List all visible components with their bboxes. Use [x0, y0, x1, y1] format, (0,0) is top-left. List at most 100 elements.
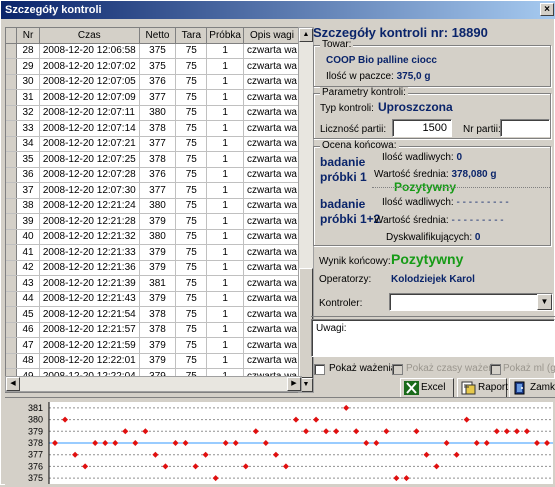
zamknij-button[interactable]: Zamknij	[509, 378, 555, 398]
row-indicator[interactable]	[6, 213, 18, 230]
table-row[interactable]: 39 2008-12-20 12:21:28 379 75 1 czwarta wa	[6, 213, 301, 230]
cell-probka[interactable]: 1	[206, 275, 244, 292]
scroll-right-icon[interactable]: ▶	[287, 377, 301, 391]
cell-opis-wagi[interactable]: czwarta wa	[243, 198, 301, 214]
cell-netto[interactable]: 380	[139, 198, 177, 214]
cell-netto[interactable]: 377	[139, 136, 177, 152]
cell-probka[interactable]: 1	[206, 306, 244, 323]
cell-czas[interactable]: 2008-12-20 12:07:14	[39, 120, 140, 137]
cell-probka[interactable]: 1	[206, 151, 244, 168]
cell-czas[interactable]: 2008-12-20 12:07:28	[39, 167, 140, 183]
table-row[interactable]: 31 2008-12-20 12:07:09 377 75 1 czwarta wa	[6, 89, 301, 106]
cell-nr[interactable]: 29	[16, 58, 40, 75]
cell-probka[interactable]: 1	[206, 291, 244, 307]
cell-netto[interactable]: 375	[139, 58, 177, 75]
cell-czas[interactable]: 2008-12-20 12:21:57	[39, 322, 140, 338]
row-indicator[interactable]	[6, 260, 18, 276]
cell-tara[interactable]: 75	[175, 213, 208, 230]
close-button[interactable]: ×	[540, 3, 554, 16]
cell-czas[interactable]: 2008-12-20 12:21:54	[39, 306, 140, 323]
cell-tara[interactable]: 75	[175, 74, 208, 90]
cell-opis-wagi[interactable]: czwarta wa	[243, 74, 301, 90]
cell-tara[interactable]: 75	[175, 260, 208, 276]
cell-opis-wagi[interactable]: czwarta wa	[243, 182, 301, 199]
cell-tara[interactable]: 75	[175, 306, 208, 323]
column-header-probka[interactable]: Próbka	[206, 28, 244, 44]
cell-netto[interactable]: 381	[139, 275, 177, 292]
kontroler-select[interactable]: ▼	[389, 293, 553, 311]
cell-nr[interactable]: 36	[16, 167, 40, 183]
table-row[interactable]: 32 2008-12-20 12:07:11 380 75 1 czwarta wa	[6, 105, 301, 121]
cell-czas[interactable]: 2008-12-20 12:07:09	[39, 89, 140, 106]
cell-netto[interactable]: 378	[139, 322, 177, 338]
cell-opis-wagi[interactable]: czwarta wa	[243, 136, 301, 152]
excel-button[interactable]: Excel	[400, 378, 454, 398]
table-row[interactable]: 34 2008-12-20 12:07:21 377 75 1 czwarta wa	[6, 136, 301, 152]
cell-nr[interactable]: 41	[16, 244, 40, 261]
cell-probka[interactable]: 1	[206, 213, 244, 230]
cell-netto[interactable]: 377	[139, 89, 177, 106]
cell-probka[interactable]: 1	[206, 89, 244, 106]
row-indicator[interactable]	[6, 322, 18, 338]
scroll-left-icon[interactable]: ◀	[6, 377, 20, 391]
table-row[interactable]: 29 2008-12-20 12:07:02 375 75 1 czwarta wa	[6, 58, 301, 75]
cell-probka[interactable]: 1	[206, 229, 244, 245]
cell-czas[interactable]: 2008-12-20 12:07:05	[39, 74, 140, 90]
raport-button[interactable]: Raport	[457, 378, 508, 398]
cell-probka[interactable]: 1	[206, 43, 244, 59]
cell-opis-wagi[interactable]: czwarta wa	[243, 213, 301, 230]
table-row[interactable]: 36 2008-12-20 12:07:28 376 75 1 czwarta wa	[6, 167, 301, 183]
cell-netto[interactable]: 380	[139, 229, 177, 245]
cell-czas[interactable]: 2008-12-20 12:21:24	[39, 198, 140, 214]
cell-probka[interactable]: 1	[206, 244, 244, 261]
cell-nr[interactable]: 28	[16, 43, 40, 59]
pokaz-wazenia-checkbox[interactable]	[314, 364, 325, 375]
cell-tara[interactable]: 75	[175, 151, 208, 168]
table-row[interactable]: 48 2008-12-20 12:22:01 379 75 1 czwarta wa	[6, 353, 301, 369]
cell-opis-wagi[interactable]: czwarta wa	[243, 322, 301, 338]
cell-nr[interactable]: 44	[16, 291, 40, 307]
row-indicator[interactable]	[6, 337, 18, 354]
cell-tara[interactable]: 75	[175, 353, 208, 369]
cell-czas[interactable]: 2008-12-20 12:07:21	[39, 136, 140, 152]
cell-netto[interactable]: 375	[139, 43, 177, 59]
column-header-netto[interactable]: Netto	[139, 28, 177, 44]
cell-tara[interactable]: 75	[175, 275, 208, 292]
row-indicator[interactable]	[6, 306, 18, 323]
row-indicator[interactable]	[6, 244, 18, 261]
cell-netto[interactable]: 379	[139, 291, 177, 307]
cell-tara[interactable]: 75	[175, 105, 208, 121]
row-indicator[interactable]	[6, 58, 18, 75]
row-indicator[interactable]	[6, 89, 18, 106]
cell-netto[interactable]: 379	[139, 213, 177, 230]
table-row[interactable]: 42 2008-12-20 12:21:36 379 75 1 czwarta wa	[6, 260, 301, 276]
cell-netto[interactable]: 378	[139, 151, 177, 168]
cell-opis-wagi[interactable]: czwarta wa	[243, 105, 301, 121]
cell-probka[interactable]: 1	[206, 105, 244, 121]
cell-tara[interactable]: 75	[175, 120, 208, 137]
row-indicator[interactable]	[6, 167, 18, 183]
cell-nr[interactable]: 35	[16, 151, 40, 168]
cell-tara[interactable]: 75	[175, 182, 208, 199]
table-row[interactable]: 43 2008-12-20 12:21:39 381 75 1 czwarta wa	[6, 275, 301, 292]
table-row[interactable]: 38 2008-12-20 12:21:24 380 75 1 czwarta wa	[6, 198, 301, 214]
table-row[interactable]: 47 2008-12-20 12:21:59 379 75 1 czwarta wa	[6, 337, 301, 354]
cell-czas[interactable]: 2008-12-20 12:06:58	[39, 43, 140, 59]
cell-tara[interactable]: 75	[175, 291, 208, 307]
cell-probka[interactable]: 1	[206, 353, 244, 369]
uwagi-textarea[interactable]: Uwagi:	[311, 319, 555, 357]
cell-czas[interactable]: 2008-12-20 12:21:33	[39, 244, 140, 261]
cell-probka[interactable]: 1	[206, 74, 244, 90]
cell-opis-wagi[interactable]: czwarta wa	[243, 151, 301, 168]
chevron-down-icon[interactable]: ▼	[537, 294, 552, 310]
licznosc-input[interactable]: 1500	[392, 119, 452, 137]
table-row[interactable]: 41 2008-12-20 12:21:33 379 75 1 czwarta wa	[6, 244, 301, 261]
column-header-tara[interactable]: Tara	[175, 28, 208, 44]
cell-netto[interactable]: 376	[139, 74, 177, 90]
cell-netto[interactable]: 378	[139, 120, 177, 137]
cell-czas[interactable]: 2008-12-20 12:21:28	[39, 213, 140, 230]
row-indicator[interactable]	[6, 120, 18, 137]
table-row[interactable]: 45 2008-12-20 12:21:54 378 75 1 czwarta wa	[6, 306, 301, 323]
cell-nr[interactable]: 43	[16, 275, 40, 292]
table-row[interactable]: 40 2008-12-20 12:21:32 380 75 1 czwarta wa	[6, 229, 301, 245]
